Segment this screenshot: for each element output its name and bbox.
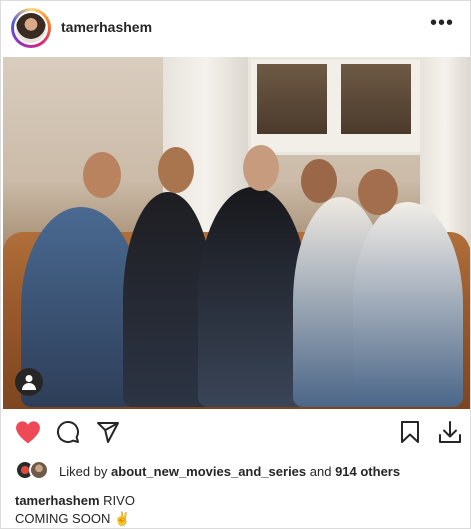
person-5	[353, 202, 463, 407]
more-options-icon[interactable]: •••	[430, 13, 454, 33]
person-2-head	[158, 147, 194, 193]
likes-summary: Liked by about_new_movies_and_series and…	[59, 464, 400, 479]
post-image[interactable]	[3, 57, 470, 409]
person-5-head	[358, 169, 398, 215]
post-actions	[1, 411, 470, 455]
download-icon	[439, 421, 461, 443]
author-username[interactable]: tamerhashem	[61, 19, 152, 35]
top-liker-link[interactable]: about_new_movies_and_series	[111, 464, 306, 479]
author-avatar[interactable]	[11, 8, 51, 48]
post-header: tamerhashem •••	[1, 1, 470, 55]
paper-plane-icon	[97, 422, 119, 443]
like-button[interactable]	[15, 420, 41, 449]
comment-icon	[57, 421, 79, 443]
caption-line-2: COMING SOON ✌	[15, 511, 131, 526]
person-1-head	[83, 152, 121, 198]
others-likes-link[interactable]: 914 others	[335, 464, 400, 479]
likes-prefix: Liked by	[59, 464, 112, 479]
caption-username[interactable]: tamerhashem	[15, 493, 100, 508]
post-caption: tamerhashem RIVO COMING SOON ✌	[15, 492, 135, 528]
bookmark-icon	[401, 421, 419, 443]
liker-avatar-2[interactable]	[29, 460, 49, 480]
save-button[interactable]	[399, 420, 421, 449]
likes-middle: and	[306, 464, 336, 479]
caption-line-1: tamerhashem RIVO	[15, 492, 135, 510]
comment-button[interactable]	[56, 420, 80, 449]
post-card: tamerhashem ••• Liked by about_new_movie…	[0, 0, 471, 529]
background-window	[248, 57, 426, 155]
tagged-users-button[interactable]	[15, 368, 43, 396]
download-button[interactable]	[438, 420, 462, 449]
avatar-image	[14, 11, 48, 45]
user-tag-icon	[22, 375, 36, 390]
caption-text-1: RIVO	[99, 493, 135, 508]
person-4-head	[301, 159, 337, 203]
likes-row: Liked by about_new_movies_and_series and…	[15, 460, 455, 482]
share-button[interactable]	[96, 420, 120, 449]
person-3	[198, 187, 308, 407]
person-3-head	[243, 145, 279, 191]
heart-icon	[16, 421, 40, 444]
